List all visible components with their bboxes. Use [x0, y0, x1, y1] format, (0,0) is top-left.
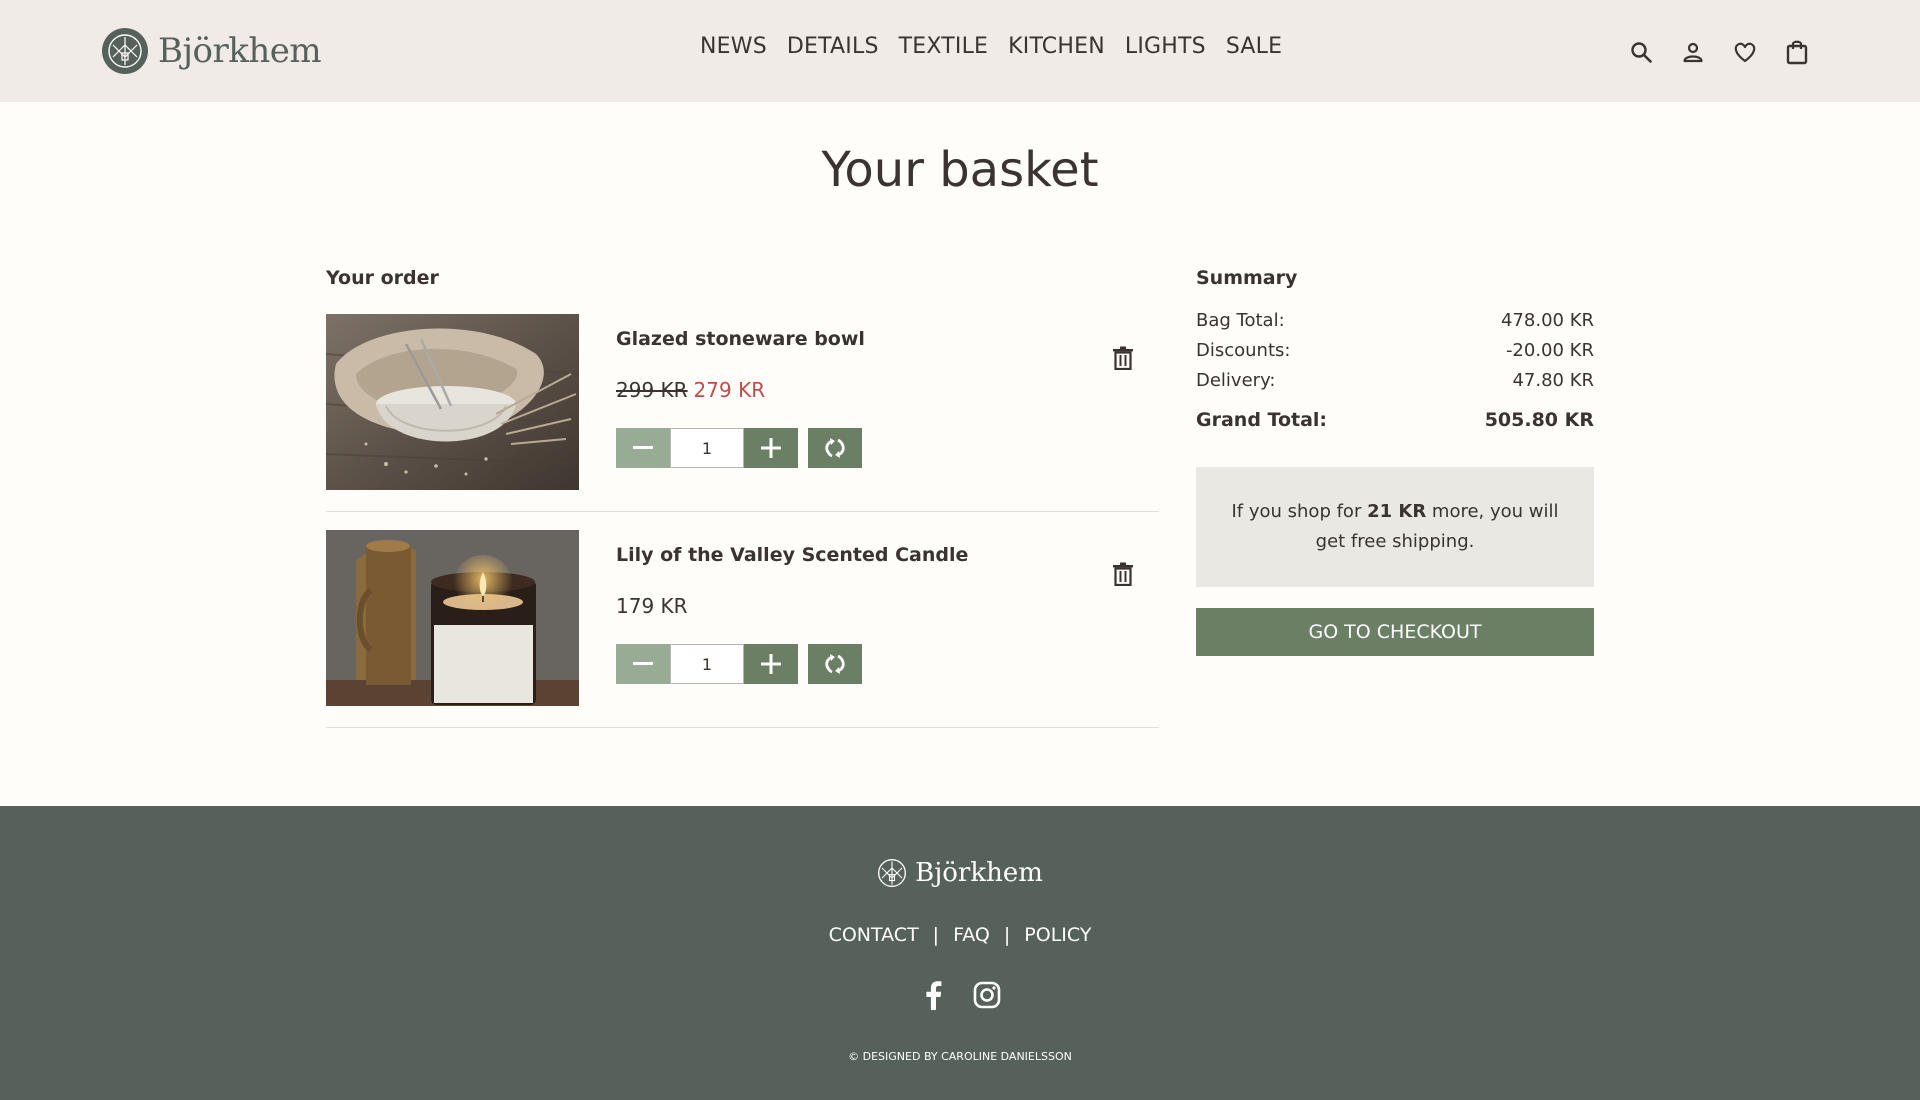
- summary-label: Discounts:: [1196, 339, 1291, 361]
- logo-emblem-icon: [878, 859, 907, 887]
- basket-item: Lily of the Valley Scented Candle 179 KR: [326, 530, 1159, 728]
- order-heading: Your order: [326, 267, 439, 289]
- increase-quantity-button[interactable]: [744, 644, 798, 684]
- brand-logo[interactable]: Björkhem: [102, 26, 322, 76]
- logo-emblem-icon: [102, 28, 148, 74]
- update-quantity-button[interactable]: [808, 644, 862, 684]
- item-price: 299 KR 279 KR: [616, 378, 765, 402]
- nav-item-lights[interactable]: LIGHTS: [1125, 34, 1206, 59]
- decrease-quantity-button[interactable]: [616, 428, 670, 468]
- summary-value: -20.00 KR: [1505, 339, 1594, 361]
- checkout-button[interactable]: GO TO CHECKOUT: [1196, 608, 1594, 656]
- decrease-quantity-button[interactable]: [616, 644, 670, 684]
- free-shipping-amount: 21 KR: [1367, 501, 1427, 522]
- footer-logo[interactable]: Björkhem: [0, 858, 1920, 888]
- footer-links: CONTACT | FAQ | POLICY: [0, 924, 1920, 946]
- quantity-input[interactable]: [670, 644, 744, 684]
- summary-label: Delivery:: [1196, 369, 1276, 391]
- item-old-price: 299 KR: [616, 378, 688, 402]
- update-quantity-button[interactable]: [808, 428, 862, 468]
- quantity-stepper: [616, 644, 862, 684]
- item-sale-price: 279 KR: [693, 378, 766, 402]
- item-name[interactable]: Glazed stoneware bowl: [616, 328, 865, 350]
- footer-separator: |: [932, 924, 940, 946]
- nav-item-news[interactable]: NEWS: [700, 34, 767, 59]
- main-nav: NEWS DETAILS TEXTILE KITCHEN LIGHTS SALE: [700, 34, 1282, 59]
- footer-link-contact[interactable]: CONTACT: [829, 924, 919, 946]
- summary-row-discounts: Discounts: -20.00 KR: [1196, 335, 1594, 365]
- item-name[interactable]: Lily of the Valley Scented Candle: [616, 544, 968, 566]
- summary-value: 47.80 KR: [1512, 369, 1594, 391]
- refresh-icon: [825, 438, 845, 458]
- header-actions: [1628, 38, 1810, 66]
- summary-label: Bag Total:: [1196, 309, 1285, 331]
- site-footer: Björkhem CONTACT | FAQ | POLICY © DESIGN…: [0, 806, 1920, 1100]
- remove-item-trash-icon[interactable]: [1110, 560, 1136, 588]
- grand-total-value: 505.80 KR: [1484, 409, 1594, 431]
- social-links: [0, 980, 1920, 1010]
- summary-value: 478.00 KR: [1500, 309, 1594, 331]
- nav-item-kitchen[interactable]: KITCHEN: [1008, 34, 1105, 59]
- footer-link-policy[interactable]: POLICY: [1024, 924, 1091, 946]
- bag-icon[interactable]: [1784, 38, 1810, 66]
- product-image-candle[interactable]: [326, 530, 579, 706]
- order-summary: Summary Bag Total: 478.00 KR Discounts: …: [1196, 267, 1594, 656]
- user-icon[interactable]: [1680, 38, 1706, 66]
- summary-row-delivery: Delivery: 47.80 KR: [1196, 365, 1594, 395]
- nav-item-details[interactable]: DETAILS: [787, 34, 879, 59]
- refresh-icon: [825, 654, 845, 674]
- product-image-bowl[interactable]: [326, 314, 579, 490]
- increase-quantity-button[interactable]: [744, 428, 798, 468]
- facebook-icon[interactable]: [918, 980, 948, 1010]
- basket-item: Glazed stoneware bowl 299 KR 279 KR: [326, 314, 1159, 512]
- grand-total-label: Grand Total:: [1196, 409, 1328, 431]
- search-icon[interactable]: [1628, 38, 1654, 66]
- footer-brand-name: Björkhem: [915, 858, 1043, 888]
- summary-row-grand-total: Grand Total: 505.80 KR: [1196, 405, 1594, 435]
- quantity-stepper: [616, 428, 862, 468]
- nav-item-textile[interactable]: TEXTILE: [899, 34, 989, 59]
- footer-link-faq[interactable]: FAQ: [953, 924, 990, 946]
- summary-heading: Summary: [1196, 267, 1298, 289]
- site-header: Björkhem NEWS DETAILS TEXTILE KITCHEN LI…: [0, 0, 1920, 102]
- free-shipping-notice: If you shop for 21 KR more, you will get…: [1196, 467, 1594, 587]
- item-price: 179 KR: [616, 594, 688, 618]
- footer-separator: |: [1003, 924, 1011, 946]
- nav-item-sale[interactable]: SALE: [1226, 34, 1282, 59]
- instagram-icon[interactable]: [972, 980, 1002, 1010]
- remove-item-trash-icon[interactable]: [1110, 344, 1136, 372]
- page-title: Your basket: [821, 142, 1099, 198]
- summary-row-bag-total: Bag Total: 478.00 KR: [1196, 305, 1594, 335]
- brand-name: Björkhem: [158, 31, 322, 71]
- free-shipping-text: If you shop for 21 KR more, you will get…: [1231, 501, 1559, 552]
- heart-icon[interactable]: [1732, 38, 1758, 66]
- quantity-input[interactable]: [670, 428, 744, 468]
- copyright-text: © DESIGNED BY CAROLINE DANIELSSON: [848, 1050, 1072, 1063]
